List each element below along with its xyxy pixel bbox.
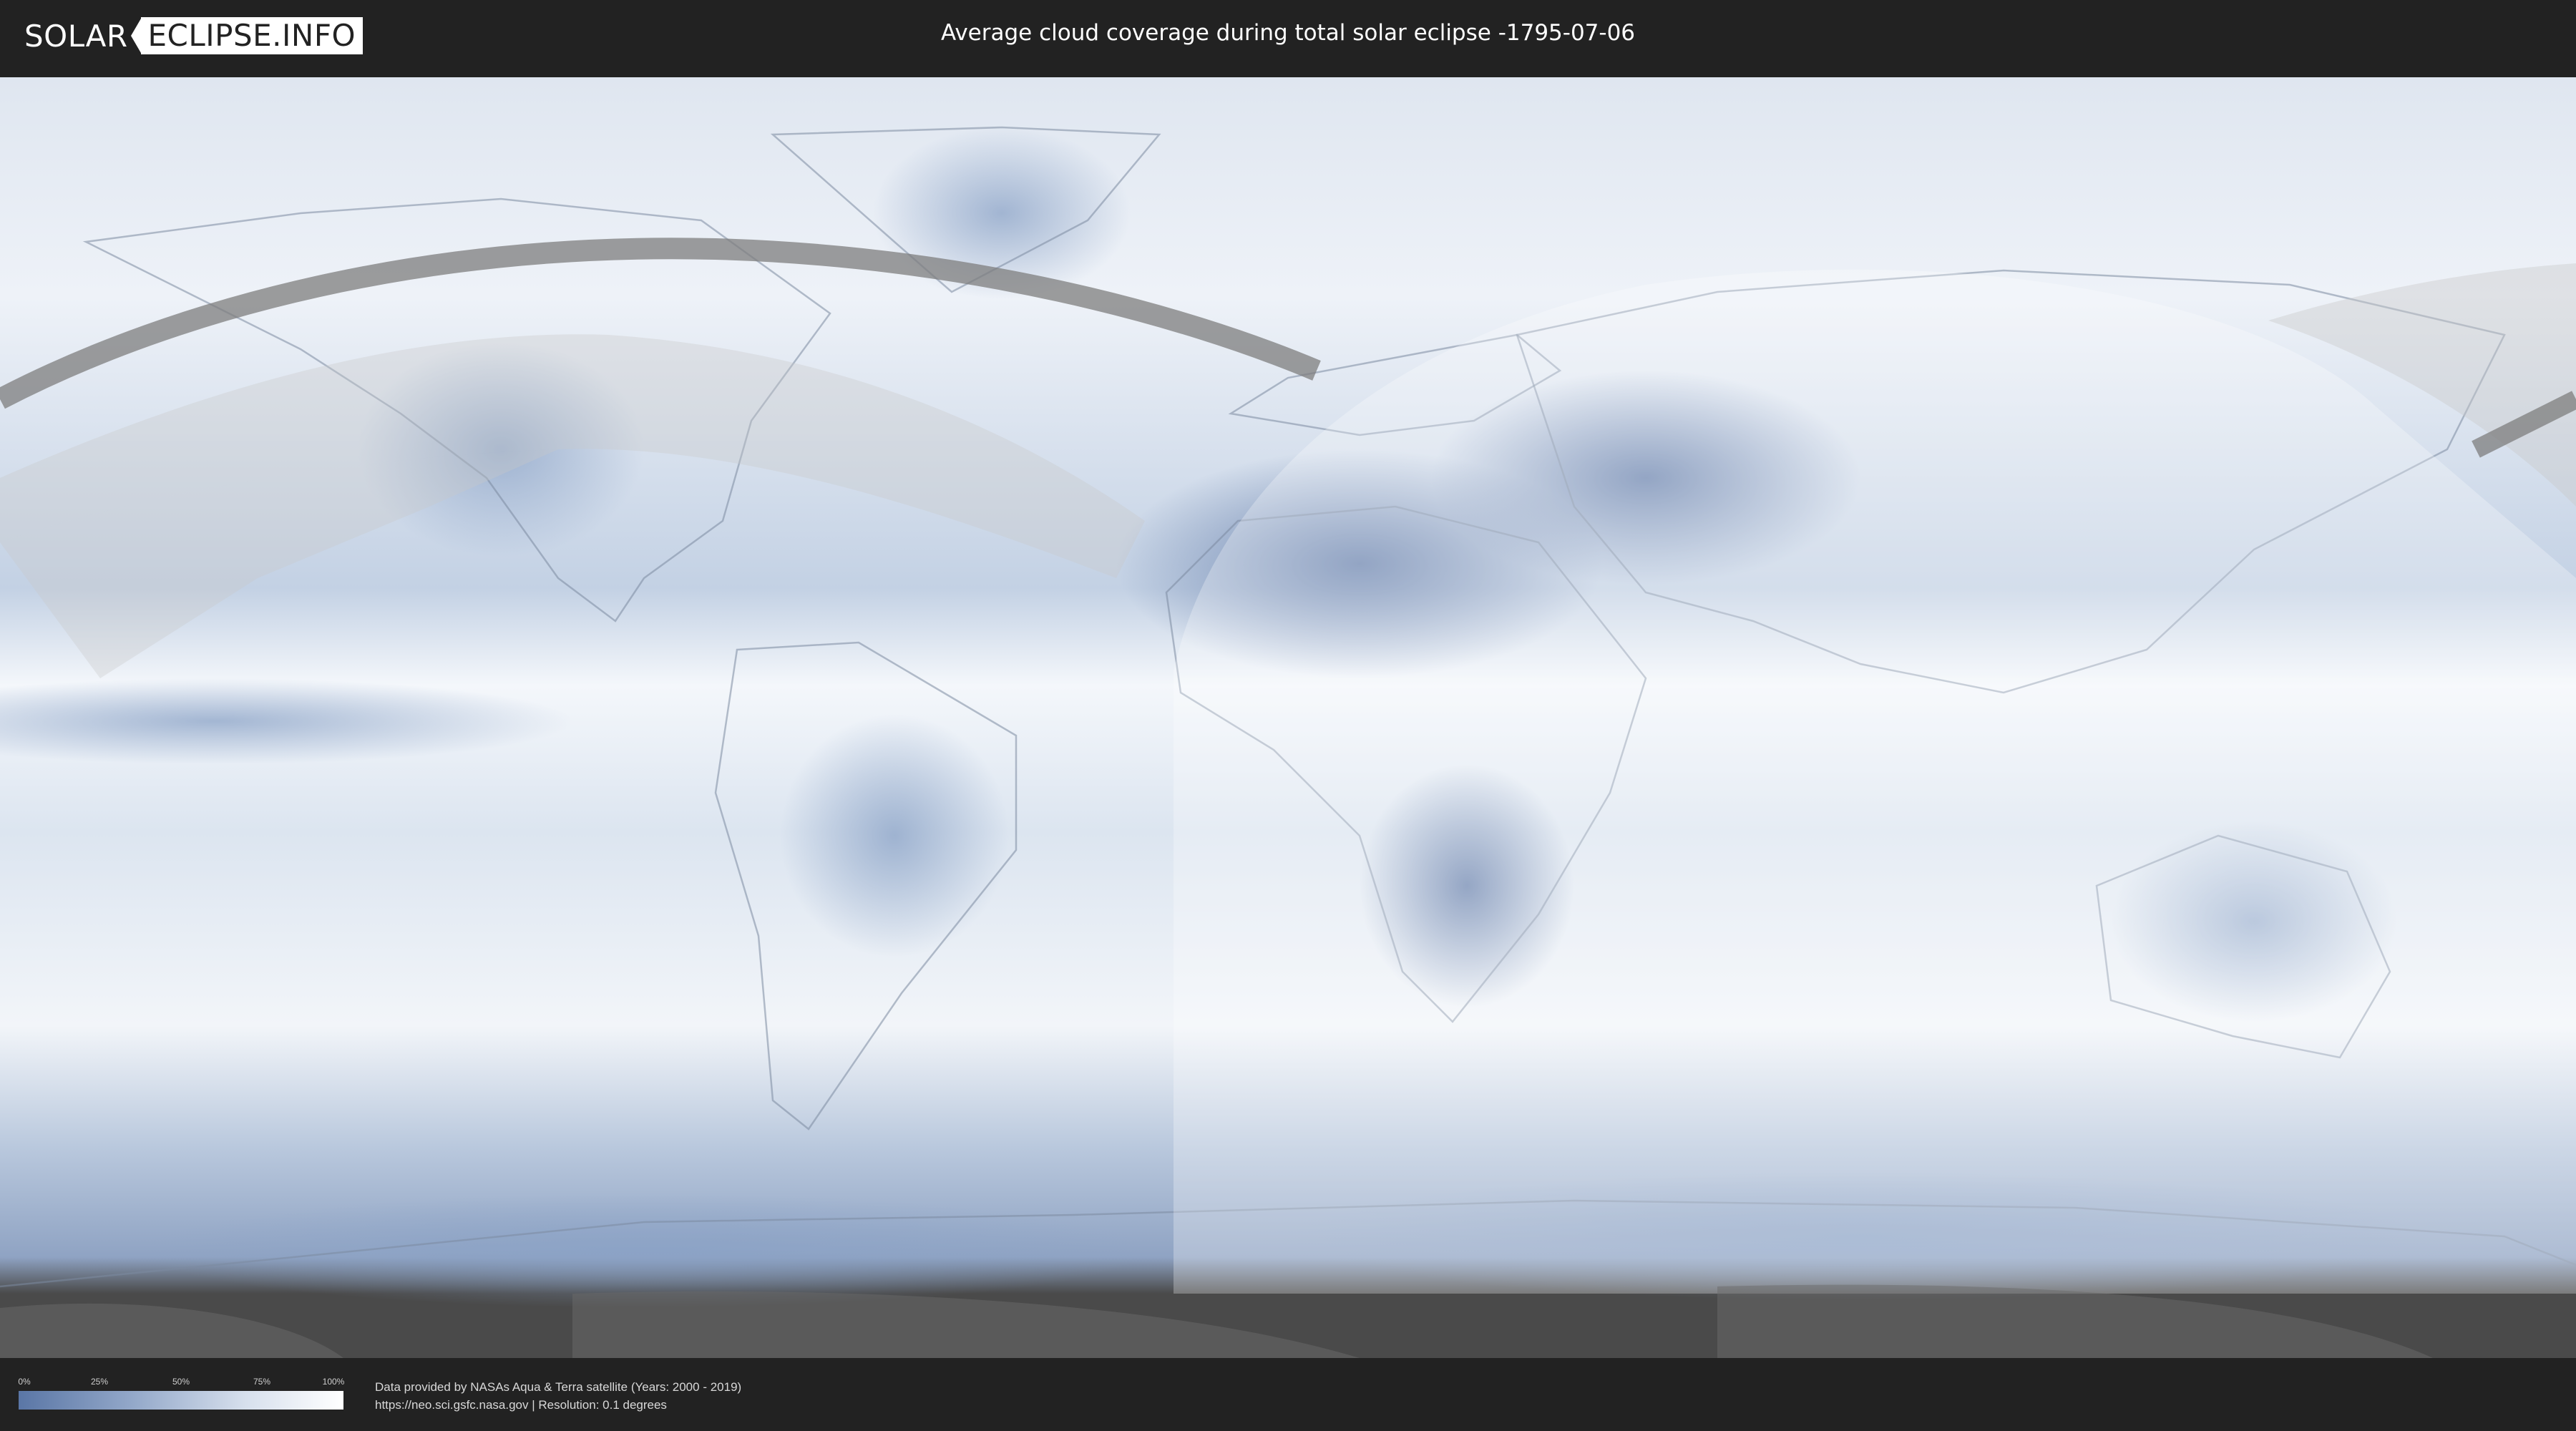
legend-ticks: 0% 25% 50% 75% 100% <box>18 1377 345 1391</box>
credit-line-url: https://neo.sci.gsfc.nasa.gov | Resoluti… <box>375 1398 667 1412</box>
legend-color-bar <box>19 1391 343 1410</box>
legend-tick: 75% <box>253 1377 271 1387</box>
credit-line-source: Data provided by NASAs Aqua & Terra sate… <box>375 1380 742 1394</box>
cloud-coverage-map[interactable] <box>0 77 2576 1358</box>
legend-tick: 50% <box>172 1377 190 1387</box>
page-title: Average cloud coverage during total sola… <box>940 20 1636 46</box>
data-credits: Data provided by NASAs Aqua & Terra sate… <box>375 1378 741 1414</box>
cloud-coverage-legend: 0% 25% 50% 75% 100% <box>18 1377 345 1410</box>
app: SOLAR ECLIPSE.INFO Average cloud coverag… <box>0 0 2576 1431</box>
legend-tick: 0% <box>18 1377 31 1387</box>
legend-tick: 100% <box>322 1377 345 1387</box>
eclipse-visibility-zone-east <box>1174 269 2576 1294</box>
header-bar: SOLAR ECLIPSE.INFO Average cloud coverag… <box>0 0 2576 72</box>
legend-tick: 25% <box>90 1377 109 1387</box>
world-map-svg <box>0 77 2576 1358</box>
footer-bar: 0% 25% 50% 75% 100% Data provided by NAS… <box>0 1358 2576 1431</box>
